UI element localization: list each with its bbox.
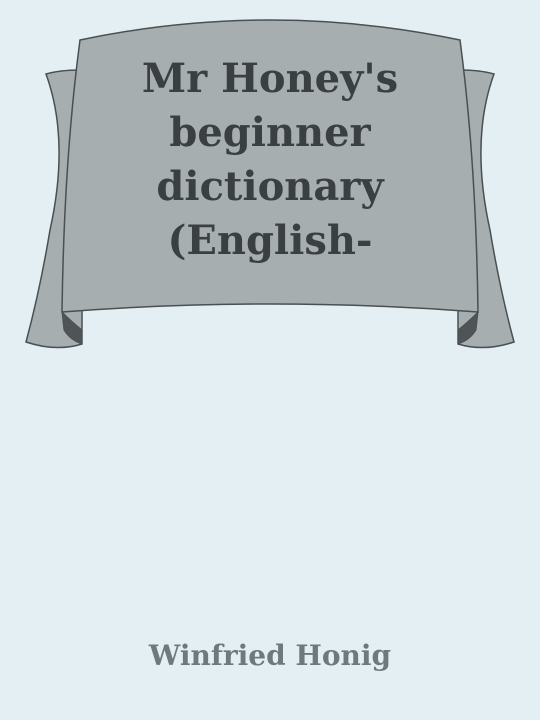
title-line-2: beginner	[169, 109, 371, 156]
book-cover: Mr Honey's beginner dictionary (English-…	[0, 0, 540, 720]
title-line-3: dictionary	[156, 163, 384, 210]
book-author: Winfried Honig	[148, 639, 392, 672]
title-line-4: (English-	[167, 217, 373, 264]
title-line-1: Mr Honey's	[141, 55, 399, 102]
book-title: Mr Honey's beginner dictionary (English-	[95, 52, 445, 298]
